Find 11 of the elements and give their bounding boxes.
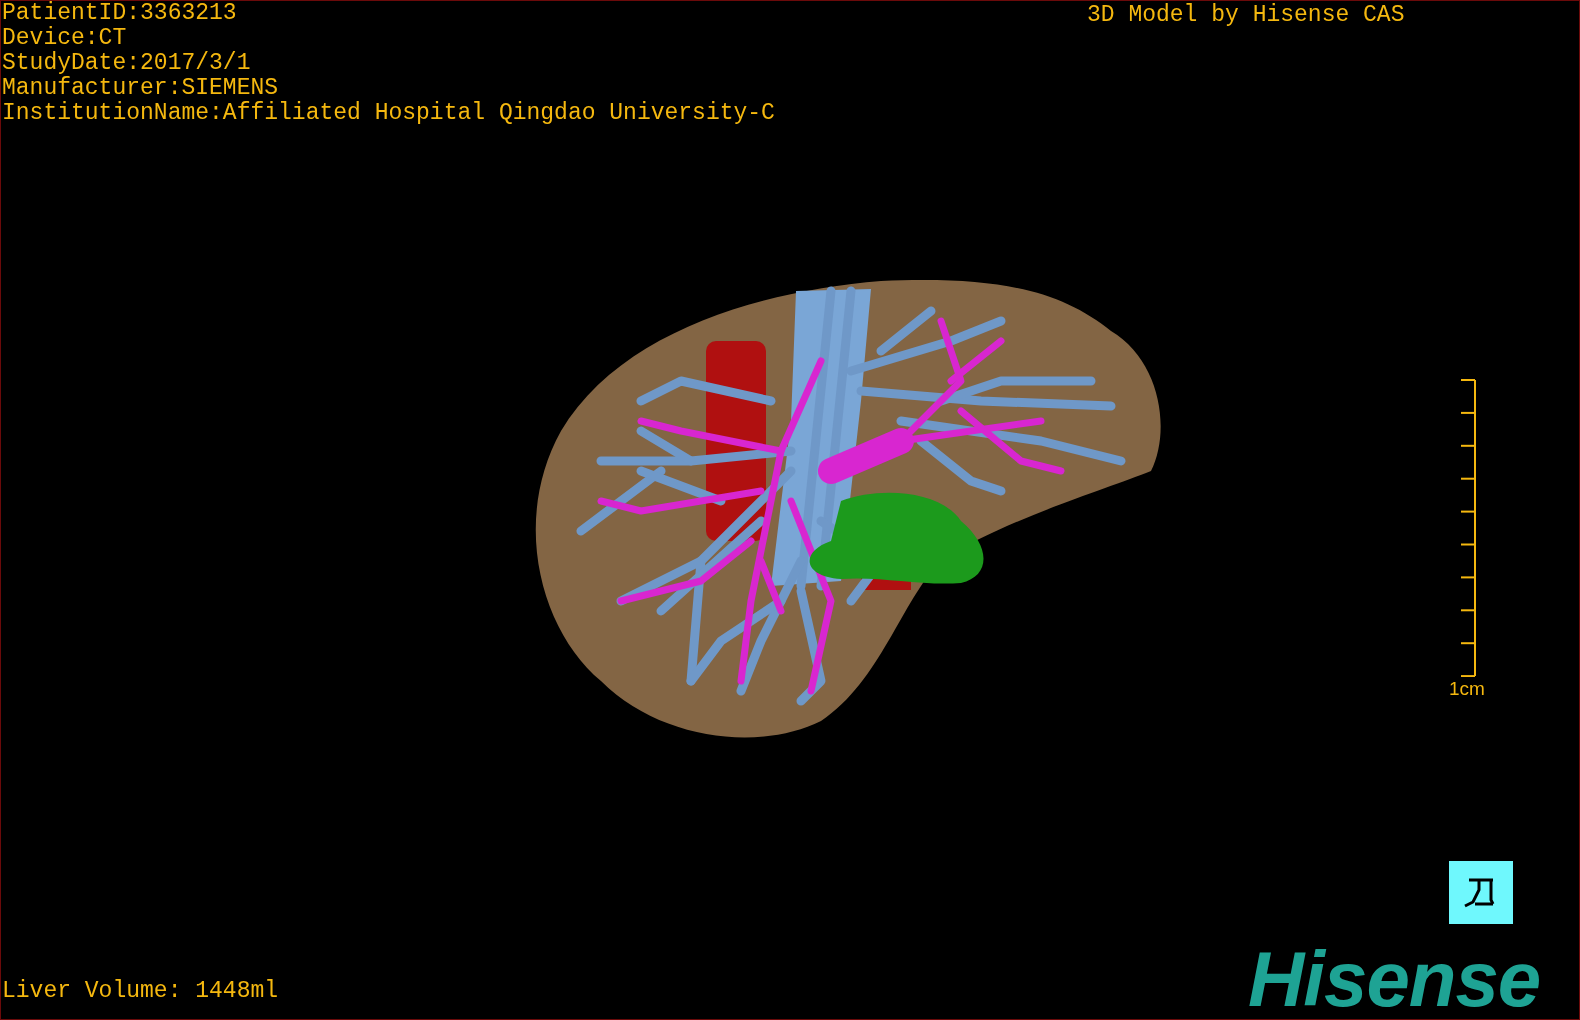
scale-label: 1cm (1449, 679, 1485, 699)
info-text: Device:CT (2, 26, 128, 51)
credit-text: 3D Model by Hisense CAS (1087, 3, 1405, 28)
info-text: StudyDate:2017/3/1 (2, 51, 252, 76)
info-text: PatientID:3363213 (2, 1, 238, 26)
tool-button[interactable] (1449, 861, 1513, 924)
scale-bar-icon (1458, 379, 1477, 677)
info-text: InstitutionName:Affiliated Hospital Qingdao University-C (2, 101, 775, 126)
info-text: Manufacturer:SIEMENS (2, 76, 280, 101)
logo-text: Hisense (1248, 941, 1541, 1017)
liver-volume-text: Liver Volume: 1448ml (2, 979, 279, 1004)
